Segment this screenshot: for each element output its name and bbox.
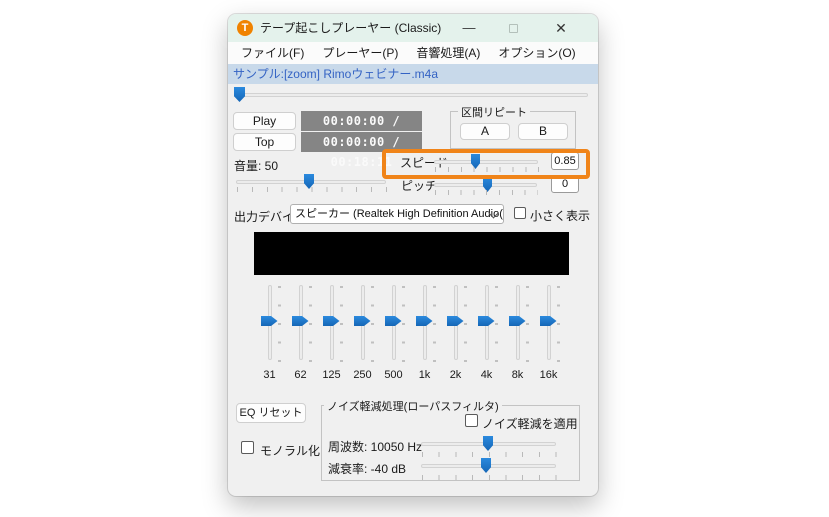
small-view-label: 小さく表示 (530, 207, 590, 224)
eq-band-label: 16k (533, 369, 564, 381)
play-button[interactable]: Play (233, 112, 296, 130)
speed-value-box[interactable]: 0.85 (551, 152, 579, 170)
repeat-b-button[interactable]: B (518, 123, 568, 140)
eq-slider-thumb[interactable] (261, 316, 278, 326)
eq-slider-ticks (557, 286, 560, 362)
output-device-selected: スピーカー (Realtek High Definition Audio(S (295, 208, 504, 220)
eq-slider-2k[interactable]: 2k (440, 285, 471, 385)
noise-apply-checkbox[interactable] (465, 414, 478, 427)
eq-slider-125[interactable]: 125 (316, 285, 347, 385)
mono-checkbox[interactable] (241, 441, 254, 454)
speed-slider-ticks (435, 167, 539, 172)
eq-slider-16k[interactable]: 16k (533, 285, 564, 385)
pitch-slider-ticks (435, 190, 538, 195)
eq-band-label: 8k (502, 369, 533, 381)
seek-slider-track[interactable] (236, 93, 588, 97)
eq-slider-thumb[interactable] (323, 316, 340, 326)
time-display-sub: 00:00:00 / 00:18:11 (301, 132, 422, 152)
small-view-checkbox[interactable] (514, 207, 526, 219)
eq-slider-ticks (433, 286, 436, 362)
eq-band-label: 125 (316, 369, 347, 381)
eq-slider-ticks (309, 286, 312, 362)
eq-slider-ticks (340, 286, 343, 362)
frequency-slider-ticks (422, 452, 557, 457)
top-button[interactable]: Top (233, 133, 296, 151)
menu-player[interactable]: プレーヤー(P) (313, 42, 407, 64)
eq-slider-ticks (495, 286, 498, 362)
output-device-select[interactable]: スピーカー (Realtek High Definition Audio(S (290, 204, 504, 224)
file-info-bar: サンプル:[zoom] Rimoウェビナー.m4a (228, 64, 598, 84)
eq-slider-250[interactable]: 250 (347, 285, 378, 385)
noise-reduction-title: ノイズ軽減処理(ローパスフィルタ) (324, 398, 502, 414)
volume-slider-ticks (237, 187, 387, 192)
speed-slider-track[interactable] (434, 160, 538, 164)
pitch-label: ピッチ (401, 177, 437, 194)
window-title: テープ起こしプレーヤー (Classic) (260, 14, 441, 42)
title-bar[interactable]: T テープ起こしプレーヤー (Classic) — ✕ (228, 14, 598, 42)
eq-band-label: 31 (254, 369, 285, 381)
eq-slider-ticks (371, 286, 374, 362)
eq-band-label: 62 (285, 369, 316, 381)
ab-repeat-title: 区間リピート (458, 104, 530, 120)
eq-slider-ticks (278, 286, 281, 362)
menu-audio-processing[interactable]: 音響処理(A) (407, 42, 489, 64)
eq-band-label: 250 (347, 369, 378, 381)
eq-slider-thumb[interactable] (292, 316, 309, 326)
frequency-label: 周波数: 10050 Hz (328, 438, 422, 455)
eq-slider-thumb[interactable] (540, 316, 557, 326)
seek-slider-thumb[interactable] (234, 87, 245, 102)
eq-slider-8k[interactable]: 8k (502, 285, 533, 385)
waveform-display (254, 232, 569, 275)
attenuation-slider-ticks (422, 475, 557, 480)
minimize-button[interactable]: — (454, 14, 484, 42)
file-name-text: サンプル:[zoom] Rimoウェビナー.m4a (233, 64, 438, 84)
attenuation-label: 減衰率: -40 dB (328, 460, 406, 477)
maximize-button[interactable] (498, 14, 528, 42)
eq-slider-500[interactable]: 500 (378, 285, 409, 385)
equalizer-section: 31 62 125 250 500 (254, 285, 564, 385)
app-window: T テープ起こしプレーヤー (Classic) — ✕ ファイル(F) プレーヤ… (228, 14, 598, 496)
menu-options[interactable]: オプション(O) (489, 42, 584, 64)
eq-slider-4k[interactable]: 4k (471, 285, 502, 385)
menu-bar: ファイル(F) プレーヤー(P) 音響処理(A) オプション(O) (228, 42, 598, 64)
eq-slider-ticks (464, 286, 467, 362)
noise-apply-label: ノイズ軽減を適用 (482, 415, 578, 432)
volume-label: 音量: 50 (234, 157, 278, 174)
time-display-main: 00:00:00 / 00:18:11 (301, 111, 422, 131)
eq-slider-thumb[interactable] (354, 316, 371, 326)
repeat-a-button[interactable]: A (460, 123, 510, 140)
eq-band-label: 500 (378, 369, 409, 381)
pitch-value-box[interactable]: 0 (551, 175, 579, 193)
eq-reset-button[interactable]: EQ リセット (236, 403, 306, 423)
eq-band-label: 4k (471, 369, 502, 381)
eq-slider-thumb[interactable] (447, 316, 464, 326)
eq-slider-ticks (402, 286, 405, 362)
eq-slider-31[interactable]: 31 (254, 285, 285, 385)
eq-slider-ticks (526, 286, 529, 362)
eq-slider-thumb[interactable] (385, 316, 402, 326)
close-button[interactable]: ✕ (544, 14, 578, 42)
app-icon: T (237, 20, 253, 36)
mono-label: モノラル化 (260, 442, 320, 459)
eq-slider-thumb[interactable] (416, 316, 433, 326)
eq-band-label: 1k (409, 369, 440, 381)
eq-slider-thumb[interactable] (509, 316, 526, 326)
eq-slider-1k[interactable]: 1k (409, 285, 440, 385)
eq-band-label: 2k (440, 369, 471, 381)
eq-slider-thumb[interactable] (478, 316, 495, 326)
eq-slider-62[interactable]: 62 (285, 285, 316, 385)
maximize-icon (509, 24, 518, 33)
menu-file[interactable]: ファイル(F) (232, 42, 313, 64)
